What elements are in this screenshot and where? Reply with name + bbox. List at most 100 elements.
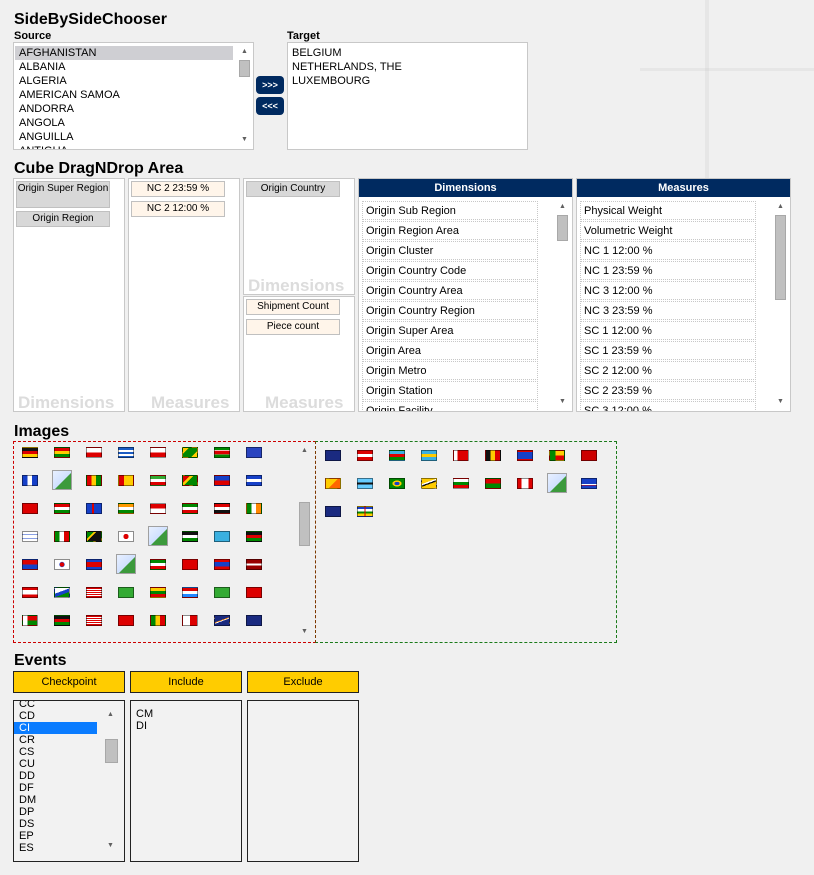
flag-lesotho-icon[interactable] [54, 587, 70, 598]
flag-botswana-icon[interactable] [357, 478, 373, 489]
flag-malaysia-icon[interactable] [86, 615, 102, 626]
flag-iceland-icon[interactable] [86, 503, 102, 514]
cols-dimensions-dropzone[interactable]: Origin Country Dimensions [243, 178, 355, 295]
flag-central-african-republic-icon[interactable] [357, 506, 373, 517]
flag-lithuania-icon[interactable] [150, 587, 166, 598]
scroll-up-icon[interactable]: ▲ [554, 200, 571, 214]
measure-item[interactable]: NC 3 12:00 % [580, 281, 756, 300]
flag-india-icon[interactable] [118, 503, 134, 514]
exclude-listbox[interactable] [247, 700, 359, 862]
source-option[interactable]: ALBANIA [15, 60, 233, 74]
flag-luxembourg-icon[interactable] [182, 587, 198, 598]
source-images-dropzone[interactable]: ▲ ▼ [13, 441, 316, 643]
flag-jamaica-icon[interactable] [86, 531, 102, 542]
measure-item[interactable]: SC 1 23:59 % [580, 341, 756, 360]
measure-chip[interactable]: NC 2 23:59 % [131, 181, 225, 197]
flag-macau-icon[interactable] [214, 587, 230, 598]
checkpoint-listbox[interactable]: CC CD CI CR CS CU DD DF DM DP DS EP ES ▲ ▼ [13, 700, 125, 862]
measure-item[interactable]: Physical Weight [580, 201, 756, 220]
scroll-down-icon[interactable]: ▼ [554, 395, 571, 409]
flag-libya-icon[interactable] [118, 587, 134, 598]
measure-item[interactable]: NC 3 23:59 % [580, 301, 756, 320]
flag-kazakhstan-icon[interactable] [214, 531, 230, 542]
measures-scrollbar[interactable]: ▲ ▼ [772, 198, 789, 411]
rows-measures-dropzone[interactable]: NC 2 23:59 % NC 2 12:00 % Measures [128, 178, 240, 412]
flag-greenland-icon[interactable] [150, 447, 166, 458]
flag-belgium-icon[interactable] [485, 450, 501, 461]
flag-greenland-red-icon[interactable] [86, 447, 102, 458]
flag-greece-icon[interactable] [118, 447, 134, 458]
scroll-thumb[interactable] [239, 60, 250, 77]
flag-bahrain-icon[interactable] [453, 450, 469, 461]
measure-item[interactable]: NC 1 23:59 % [580, 261, 756, 280]
scroll-down-icon[interactable]: ▼ [772, 395, 789, 409]
flag-iran-icon[interactable] [182, 503, 198, 514]
flag-grenada-icon[interactable] [182, 447, 198, 458]
scroll-down-icon[interactable]: ▼ [296, 625, 313, 639]
flag-haiti-icon[interactable] [214, 475, 230, 486]
dimension-item[interactable]: Origin Country Area [362, 281, 538, 300]
flag-liberia-icon[interactable] [86, 587, 102, 598]
checkpoint-button[interactable]: Checkpoint [13, 671, 125, 693]
target-option[interactable]: NETHERLANDS, THE [288, 60, 527, 74]
flag-guadeloupe-icon[interactable] [22, 475, 38, 486]
flag-kuwait-icon[interactable] [150, 559, 166, 570]
flag-honduras-icon[interactable] [246, 475, 262, 486]
flag-belize-icon[interactable] [517, 450, 533, 461]
source-option[interactable]: ANGOLA [15, 116, 233, 130]
add-to-target-button[interactable]: >>> [256, 76, 284, 94]
remove-from-target-button[interactable]: <<< [256, 97, 284, 115]
flag-indonesia-icon[interactable] [150, 503, 166, 514]
measure-chip[interactable]: NC 2 12:00 % [131, 201, 225, 217]
scroll-thumb[interactable] [775, 215, 786, 300]
dimension-item[interactable]: Origin Sub Region [362, 201, 538, 220]
broken-image-icon[interactable] [148, 526, 168, 546]
flag-iraq-icon[interactable] [214, 503, 230, 514]
measure-item[interactable]: SC 1 12:00 % [580, 321, 756, 340]
flag-bhutan-icon[interactable] [325, 478, 341, 489]
broken-image-icon[interactable] [547, 473, 567, 493]
dimension-item[interactable]: Origin Facility [362, 401, 538, 411]
scroll-up-icon[interactable]: ▲ [236, 45, 253, 59]
source-option[interactable]: ANTIGUA [15, 144, 233, 149]
flag-suriname-icon[interactable] [214, 447, 230, 458]
scroll-thumb[interactable] [557, 215, 568, 241]
measure-item[interactable]: NC 1 12:00 % [580, 241, 756, 260]
target-option[interactable]: LUXEMBOURG [288, 74, 527, 88]
flag-equatorial-guinea-icon[interactable] [150, 475, 166, 486]
dimension-item[interactable]: Origin Metro [362, 361, 538, 380]
source-option[interactable]: ALGERIA [15, 74, 233, 88]
flag-macedonia-icon[interactable] [246, 587, 262, 598]
dimension-chip[interactable]: Origin Region [16, 211, 110, 227]
flag-israel-icon[interactable] [22, 531, 38, 542]
scroll-up-icon[interactable]: ▲ [772, 200, 789, 214]
target-option[interactable]: BELGIUM [288, 46, 527, 60]
flag-jordan-icon[interactable] [182, 531, 198, 542]
include-listbox[interactable]: CM DI [130, 700, 242, 862]
measure-chip[interactable]: Shipment Count [246, 299, 340, 315]
flag-bahamas-icon[interactable] [421, 450, 437, 461]
target-images-dropzone[interactable] [315, 441, 617, 643]
include-option[interactable]: CM [131, 708, 241, 720]
flag-ireland-icon[interactable] [246, 503, 262, 514]
flag-japan-icon[interactable] [118, 531, 134, 542]
flag-germany-icon[interactable] [22, 447, 38, 458]
dimension-item[interactable]: Origin Cluster [362, 241, 538, 260]
images-scrollbar[interactable]: ▲ ▼ [296, 442, 313, 642]
flag-hong-kong-icon[interactable] [22, 503, 38, 514]
flag-guinea-icon[interactable] [86, 475, 102, 486]
dimensions-scrollbar[interactable]: ▲ ▼ [554, 198, 571, 411]
flag-maldives-icon[interactable] [118, 615, 134, 626]
source-scrollbar[interactable]: ▲ ▼ [236, 43, 253, 149]
target-listbox[interactable]: BELGIUM NETHERLANDS, THE LUXEMBOURG [287, 42, 528, 150]
dimension-item[interactable]: Origin Country Region [362, 301, 538, 320]
scroll-thumb[interactable] [105, 739, 118, 763]
source-option[interactable]: ANDORRA [15, 102, 233, 116]
cols-measures-dropzone[interactable]: Shipment Count Piece count Measures [243, 296, 355, 412]
flag-azerbaijan-icon[interactable] [389, 450, 405, 461]
flag-italy-icon[interactable] [54, 531, 70, 542]
dimension-item[interactable]: Origin Station [362, 381, 538, 400]
flag-laos-icon[interactable] [214, 559, 230, 570]
scroll-down-icon[interactable]: ▼ [236, 133, 253, 147]
flag-bulgaria-icon[interactable] [453, 478, 469, 489]
